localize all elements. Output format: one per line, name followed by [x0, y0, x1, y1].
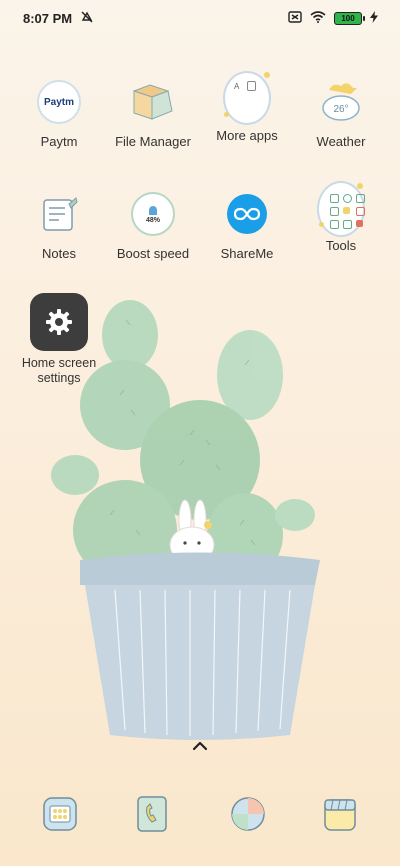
- app-label: File Manager: [115, 134, 191, 149]
- weather-temp: 26°: [333, 104, 348, 115]
- app-shareme[interactable]: ShareMe: [197, 190, 297, 261]
- boost-speed-icon: 48%: [131, 192, 175, 236]
- dock-browser[interactable]: [226, 792, 270, 836]
- app-paytm[interactable]: Paytm Paytm: [9, 78, 109, 149]
- do-not-disturb-off-icon: [80, 10, 94, 27]
- folder-more-apps[interactable]: A More apps: [197, 70, 297, 143]
- app-label: Home screen settings: [21, 356, 97, 385]
- phone-dialer-icon: [43, 797, 77, 831]
- boost-percent: 48%: [145, 216, 160, 224]
- paytm-logo-text: Paytm: [43, 96, 74, 108]
- contacts-icon: [137, 796, 167, 832]
- folder-more-apps-icon: A: [223, 71, 271, 125]
- app-label: More apps: [216, 128, 278, 143]
- camera-icon: [324, 799, 356, 831]
- battery-level: 100: [341, 13, 355, 23]
- file-manager-icon: [129, 78, 177, 126]
- dock: [0, 792, 400, 852]
- app-label: ShareMe: [220, 246, 274, 261]
- no-sim-icon: [288, 10, 302, 26]
- app-label: Boost speed: [116, 246, 190, 261]
- browser-icon: [231, 797, 265, 831]
- clock: 8:07 PM: [23, 10, 73, 26]
- status-bar: 8:07 PM 100: [0, 0, 400, 36]
- app-label: Paytm: [40, 134, 78, 149]
- app-boost-speed[interactable]: 48% Boost speed: [103, 190, 203, 261]
- wifi-icon: [310, 10, 326, 26]
- app-notes[interactable]: Notes: [9, 190, 109, 261]
- dock-camera[interactable]: [318, 792, 362, 836]
- folder-tools-icon: [317, 181, 365, 237]
- folder-tools[interactable]: Tools: [291, 180, 391, 253]
- app-weather[interactable]: 26° Weather: [291, 78, 391, 149]
- battery-indicator: 100: [334, 11, 365, 25]
- app-label: Notes: [42, 246, 76, 261]
- weather-icon: 26°: [317, 78, 365, 126]
- shareme-icon: [227, 194, 267, 234]
- app-home-screen-settings[interactable]: Home screen settings: [9, 293, 109, 386]
- app-label: Weather: [316, 134, 366, 149]
- app-drawer-chevron-up-icon[interactable]: [192, 738, 208, 754]
- paytm-icon: Paytm: [37, 80, 81, 124]
- dock-phone[interactable]: [38, 792, 82, 836]
- app-label: Tools: [325, 238, 357, 253]
- dock-contacts[interactable]: [130, 792, 174, 836]
- gear-icon: [30, 293, 88, 351]
- notes-icon: [35, 190, 83, 238]
- app-file-manager[interactable]: File Manager: [103, 78, 203, 149]
- charging-icon: [370, 10, 378, 26]
